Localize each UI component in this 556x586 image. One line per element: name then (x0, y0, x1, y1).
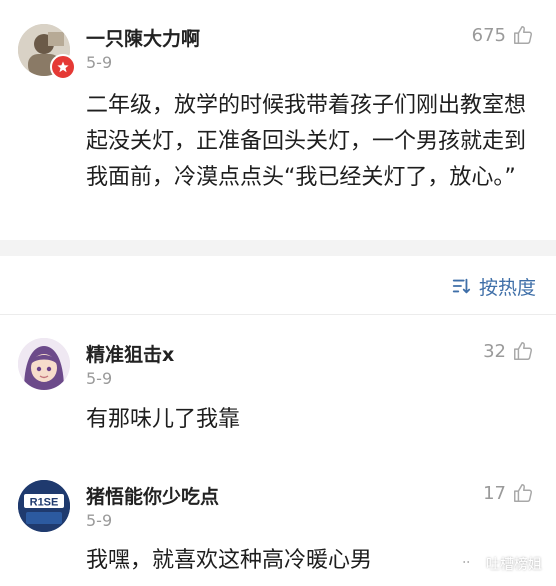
thumbs-up-icon (514, 342, 533, 360)
comment-date: 5-9 (86, 511, 113, 530)
anime-girl-avatar-icon (18, 338, 70, 390)
comment-like-count: 17 (483, 482, 506, 504)
section-divider (0, 240, 556, 256)
thumbs-up-icon (514, 484, 533, 502)
sort-bar: 按热度 (0, 256, 556, 315)
comment-avatar[interactable]: R1SE (18, 480, 70, 532)
post-date: 5-9 (86, 53, 113, 72)
post-username[interactable]: 一只陳大力啊 (86, 24, 200, 51)
rise-team-avatar-icon: R1SE (18, 480, 70, 532)
sort-by-hot-button[interactable]: 按热度 (451, 273, 536, 299)
comment-text: 我嘿，就喜欢这种高冷暖心男 (86, 548, 373, 573)
post-like-button[interactable]: 675 (472, 24, 534, 46)
comment-text: 有那味儿了我靠 (86, 407, 241, 432)
thumbs-up-icon (514, 26, 533, 44)
comment-username[interactable]: 猪悟能你少吃点 (86, 482, 219, 509)
main-post: 一只陳大力啊 5-9 675 二年级，放学的时候我带着孩子们刚出教室想起没关灯，… (0, 0, 556, 240)
comment-like-button[interactable]: 17 (483, 482, 534, 504)
sort-icon (452, 278, 471, 294)
comment-avatar[interactable] (18, 338, 70, 390)
watermark: 吐槽榜姐 (458, 554, 542, 574)
sort-label: 按热度 (478, 276, 536, 299)
comment-date: 5-9 (86, 369, 113, 388)
comment-like-count: 32 (483, 340, 506, 362)
post-like-count: 675 (471, 24, 506, 46)
comment-username[interactable]: 精准狙击x (86, 340, 174, 367)
watermark-text: 吐槽榜姐 (486, 557, 542, 573)
post-text: 二年级，放学的时候我带着孩子们刚出教室想起没关灯，正准备回头关灯，一个男孩就走到… (86, 93, 527, 190)
wechat-icon (459, 557, 479, 571)
verified-badge-icon (50, 54, 76, 80)
avatar-logo-text: R1SE (30, 497, 59, 509)
comment-like-button[interactable]: 32 (483, 340, 534, 362)
